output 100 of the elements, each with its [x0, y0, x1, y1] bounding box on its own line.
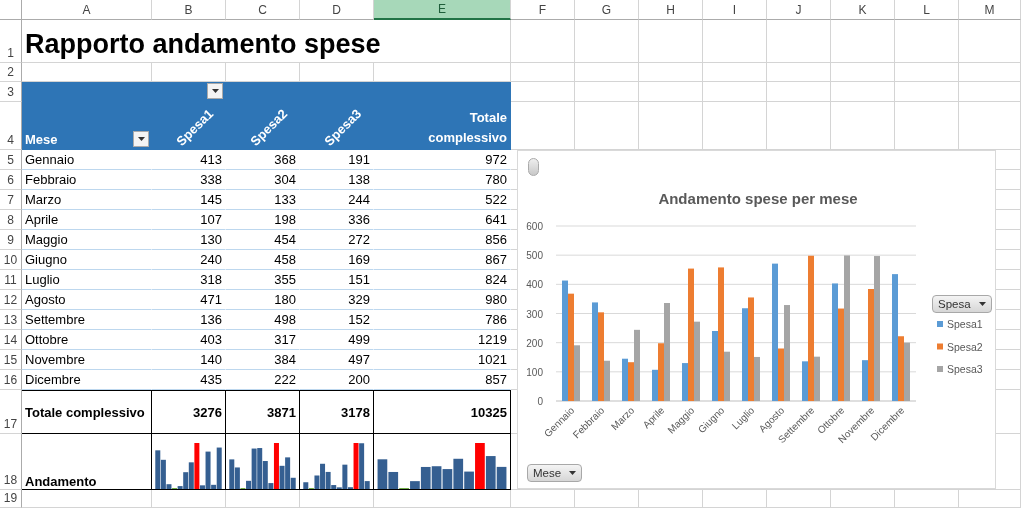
empty-cell[interactable]	[996, 310, 1021, 330]
total-cell: 3871	[267, 404, 296, 420]
column-header: Totale complessivo	[427, 109, 507, 147]
column-header-letter[interactable]: A	[22, 0, 152, 20]
empty-cell[interactable]	[996, 230, 1021, 250]
month-cell: Marzo	[25, 192, 62, 207]
month-cell: Novembre	[25, 352, 85, 367]
value-cell: 151	[348, 272, 370, 287]
value-cell: 107	[200, 212, 222, 227]
month-cell: Maggio	[25, 232, 68, 247]
value-cell: 867	[485, 252, 507, 267]
value-cell: 136	[200, 312, 222, 327]
axis-tick-label: 400	[526, 279, 543, 291]
report-title: Rapporto andamento spese	[25, 27, 381, 60]
value-cell: 133	[274, 192, 296, 207]
value-cell: 338	[200, 172, 222, 187]
value-cell: 497	[348, 352, 370, 367]
empty-cell[interactable]	[996, 150, 1021, 170]
value-cell: 786	[485, 312, 507, 327]
column-header-letter[interactable]: L	[895, 0, 959, 20]
column-header-letter[interactable]: J	[767, 0, 831, 20]
value-cell: 152	[348, 312, 370, 327]
axis-tick-label: 600	[526, 221, 543, 232]
column-header-letter[interactable]: B	[152, 0, 226, 20]
value-cell: 145	[200, 192, 222, 207]
axis-tick-label: 200	[526, 337, 543, 349]
month-cell: Ottobre	[25, 332, 69, 347]
value-cell: 180	[274, 292, 296, 307]
value-cell: 222	[274, 372, 296, 387]
empty-cell[interactable]	[996, 190, 1021, 210]
value-cell: 454	[274, 232, 296, 247]
column-header: Mese	[25, 132, 58, 149]
empty-cell[interactable]	[996, 370, 1021, 390]
value-cell: 130	[200, 232, 222, 247]
month-cell: Febbraio	[25, 172, 77, 187]
value-cell: 317	[274, 332, 296, 347]
value-cell: 329	[348, 292, 370, 307]
sparkline-drawing	[303, 441, 370, 489]
axis-tick-label: 500	[526, 250, 543, 262]
month-cell: Giugno	[25, 252, 67, 267]
row-filter-button[interactable]	[133, 131, 149, 147]
column-header-letter[interactable]: G	[575, 0, 639, 20]
value-cell: 1219	[478, 332, 507, 347]
value-cell: 240	[200, 252, 222, 267]
trend-label: Andamento	[25, 474, 97, 489]
legend-label: Spesa2	[947, 340, 983, 353]
empty-cell[interactable]	[996, 290, 1021, 310]
empty-cell[interactable]	[996, 270, 1021, 290]
column-filter-button[interactable]	[207, 83, 223, 99]
dropdown-caret-icon	[978, 302, 986, 306]
value-cell: 304	[274, 172, 296, 187]
value-cell: 857	[485, 372, 507, 387]
dropdown-caret-icon	[211, 89, 219, 93]
total-label: Totale complessivo	[25, 404, 145, 420]
value-cell: 403	[200, 332, 222, 347]
month-cell: Dicembre	[25, 372, 81, 387]
value-cell: 458	[274, 252, 296, 267]
value-cell: 522	[485, 192, 507, 207]
value-cell: 471	[200, 292, 222, 307]
value-cell: 169	[348, 252, 370, 267]
value-cell: 138	[348, 172, 370, 187]
month-cell: Settembre	[25, 312, 85, 327]
axis-field-button[interactable]: Mese	[527, 464, 583, 482]
axis-tick-label: 300	[526, 308, 543, 320]
scroll-handle[interactable]	[528, 158, 539, 176]
value-cell: 413	[200, 152, 222, 167]
value-cell: 191	[348, 152, 370, 167]
column-header-letter[interactable]: E	[374, 0, 511, 20]
column-header-letter[interactable]: I	[703, 0, 767, 20]
select-all-corner[interactable]	[0, 0, 22, 20]
empty-cell[interactable]	[996, 330, 1021, 350]
value-cell: 824	[485, 272, 507, 287]
column-header-letter[interactable]: C	[226, 0, 300, 20]
value-cell: 368	[274, 152, 296, 167]
column-header-letter[interactable]: H	[639, 0, 703, 20]
value-cell: 318	[200, 272, 222, 287]
total-cell: 10325	[470, 404, 507, 420]
empty-cell[interactable]	[996, 350, 1021, 370]
value-cell: 498	[274, 312, 296, 327]
value-cell: 336	[348, 212, 370, 227]
column-header-letter[interactable]: M	[959, 0, 1021, 20]
sparkline-drawing	[155, 441, 222, 489]
dropdown-caret-icon	[137, 137, 145, 141]
column-header-letter[interactable]: D	[300, 0, 374, 20]
value-cell: 140	[200, 352, 222, 367]
value-cell: 384	[274, 352, 296, 367]
value-cell: 244	[348, 192, 370, 207]
column-header-letter[interactable]: F	[511, 0, 575, 20]
total-cell: 3276	[193, 404, 222, 420]
empty-cell[interactable]	[996, 170, 1021, 190]
empty-cell[interactable]	[996, 210, 1021, 230]
month-cell: Aprile	[25, 212, 59, 227]
value-cell: 972	[485, 152, 507, 167]
legend-field-button[interactable]: Spesa	[932, 295, 992, 313]
sparkline-drawing	[229, 441, 296, 489]
dropdown-caret-icon	[569, 471, 577, 475]
value-cell: 856	[485, 232, 507, 247]
empty-cell[interactable]	[996, 250, 1021, 270]
value-cell: 198	[274, 212, 296, 227]
column-header-letter[interactable]: K	[831, 0, 895, 20]
